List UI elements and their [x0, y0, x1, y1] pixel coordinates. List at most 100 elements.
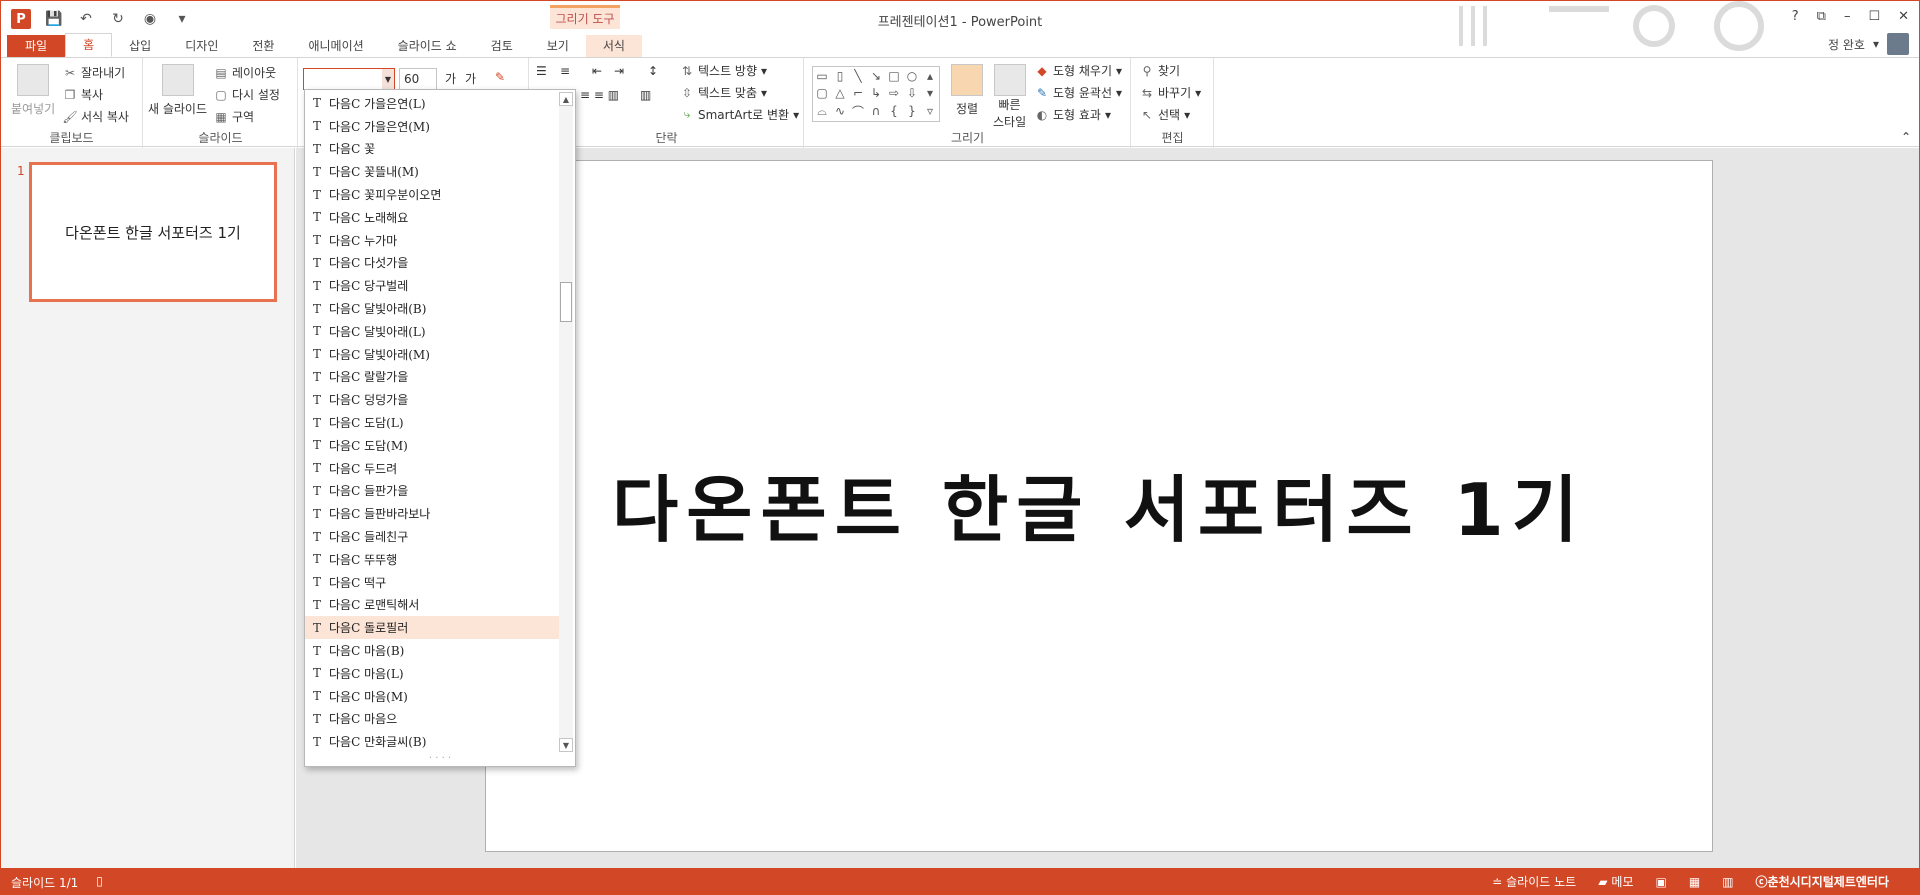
shapes-gallery[interactable]: ▭ ▯ ╲ ↘ □ ○ ▴ ▢ △ ⌐ ↳ ⇨ ⇩ ▾ ⌓ ∿ ⌒ ∩{} ▿ — [812, 66, 940, 122]
slide-count-status[interactable]: 슬라이드 1/1 — [11, 874, 78, 891]
line-icon[interactable]: ╲ — [849, 67, 867, 84]
font-list-item[interactable]: T 다음C 가을은연(M) — [305, 115, 560, 138]
tab-view[interactable]: 보기 — [530, 35, 586, 57]
select-button[interactable]: ↖ 선택 ▾ — [1140, 106, 1190, 123]
smartart-button[interactable]: ⤷ SmartArt로 변환 ▾ — [680, 106, 800, 123]
font-list-item[interactable]: T 다음C 당구벌레 — [305, 274, 560, 297]
font-list-item[interactable]: T 다음C 다섯가을 — [305, 252, 560, 275]
font-list-item[interactable]: T 다음C 들레친구 — [305, 525, 560, 548]
font-list-item[interactable]: T 다음C 떡구 — [305, 571, 560, 594]
tab-format[interactable]: 서식 — [585, 35, 642, 57]
font-list-item[interactable]: T 다음C 달빛아래(M) — [305, 343, 560, 366]
collapse-ribbon-icon[interactable]: ⌃ — [1901, 130, 1911, 144]
font-list-item[interactable]: T 다음C 뚜뚜행 — [305, 548, 560, 571]
font-list-item[interactable]: T 다음C 로맨틱해서 — [305, 594, 560, 617]
font-list-item[interactable]: T 다음C 들판바라보나 — [305, 502, 560, 525]
resize-grip[interactable]: · · · · — [305, 753, 575, 764]
find-button[interactable]: ⚲ 찾기 — [1140, 62, 1181, 79]
cut-button[interactable]: ✂ 잘라내기 — [63, 64, 125, 81]
paste-button[interactable]: 붙여넣기 — [11, 64, 55, 117]
reading-view-icon[interactable]: ▥ — [1722, 875, 1733, 889]
tab-home[interactable]: 홈 — [65, 33, 113, 57]
slide-canvas[interactable]: 다온폰트 한글 서포터즈 1기 — [485, 160, 1713, 852]
tab-animations[interactable]: 애니메이션 — [291, 35, 380, 57]
slide-thumbnail[interactable]: 다온폰트 한글 서포터즈 1기 — [29, 162, 277, 302]
maximize-icon[interactable]: ☐ — [1868, 9, 1880, 24]
columns-icon[interactable]: ▥ — [640, 88, 651, 102]
font-name-combo[interactable]: ▼ — [303, 68, 395, 90]
gallery-up-icon[interactable]: ▴ — [921, 67, 939, 84]
scroll-down-icon[interactable]: ▼ — [559, 738, 573, 752]
gallery-down-icon[interactable]: ▾ — [921, 84, 939, 101]
notes-button[interactable]: ≐ 슬라이드 노트 — [1492, 873, 1576, 890]
brace-right-icon[interactable]: } — [903, 101, 921, 121]
font-list-item[interactable]: T 다음C 달빛아래(B) — [305, 297, 560, 320]
textbox-vertical-icon[interactable]: ▯ — [831, 67, 849, 84]
tab-transitions[interactable]: 전환 — [235, 35, 291, 57]
user-account[interactable]: 정 완호 ▾ — [1828, 33, 1909, 55]
font-list-item[interactable]: T 다음C 만화글씨(B) — [305, 730, 560, 753]
font-list-item[interactable]: T 다음C 돌로필러 — [305, 616, 560, 640]
bullets-icon[interactable]: ☰ — [536, 64, 547, 78]
shape-effects-button[interactable]: ◐ 도형 효과 ▾ — [1035, 106, 1111, 123]
copy-button[interactable]: ❐ 복사 — [63, 86, 103, 103]
right-arrow-icon[interactable]: ⇨ — [885, 84, 903, 101]
down-arrow-icon[interactable]: ⇩ — [903, 84, 921, 101]
elbow-arrow-icon[interactable]: ↳ — [867, 84, 885, 101]
font-list-item[interactable]: T 다음C 랄랄가을 — [305, 366, 560, 389]
arrow-line-icon[interactable]: ↘ — [867, 67, 885, 84]
elbow-icon[interactable]: ⌐ — [849, 84, 867, 101]
shrink-font-button[interactable]: 가 — [465, 70, 476, 87]
rectangle-icon[interactable]: □ — [885, 67, 903, 84]
align-text-button[interactable]: ⇳ 텍스트 맞춤 ▾ — [680, 84, 767, 101]
chevron-down-icon[interactable]: ▼ — [382, 69, 394, 89]
comments-button[interactable]: ▰ 메모 — [1598, 873, 1633, 890]
minimize-icon[interactable]: – — [1844, 9, 1851, 24]
help-icon[interactable]: ? — [1792, 9, 1799, 24]
font-size-combo[interactable]: 60 — [399, 68, 437, 90]
brace-left-icon[interactable]: { — [885, 101, 903, 121]
gallery-more-icon[interactable]: ▿ — [921, 101, 939, 121]
triangle-icon[interactable]: △ — [831, 84, 849, 101]
freeform-icon[interactable]: ⌓ — [813, 101, 831, 121]
tab-slideshow[interactable]: 슬라이드 쇼 — [381, 35, 474, 57]
normal-view-icon[interactable]: ▣ — [1656, 875, 1667, 889]
font-list-item[interactable]: T 다음C 꽃뜰내(M) — [305, 160, 560, 183]
font-list-item[interactable]: T 다음C 꽃 — [305, 138, 560, 161]
tab-review[interactable]: 검토 — [474, 35, 530, 57]
curve-icon[interactable]: ⌒ — [849, 101, 867, 121]
grow-font-button[interactable]: 가 — [445, 70, 456, 87]
reset-button[interactable]: ▢ 다시 설정 — [214, 86, 280, 103]
font-list-item[interactable]: T 다음C 두드려 — [305, 457, 560, 480]
increase-indent-icon[interactable]: ⇥ — [614, 64, 624, 78]
tab-insert[interactable]: 삽입 — [112, 35, 168, 57]
shape-fill-button[interactable]: ◆ 도형 채우기 ▾ — [1035, 62, 1122, 79]
font-list-item[interactable]: T 다음C 마음으 — [305, 708, 560, 731]
rounded-rect-icon[interactable]: ▢ — [813, 84, 831, 101]
arc-icon[interactable]: ∩ — [867, 101, 885, 121]
align-icon[interactable]: ≡ ≡ ▥ — [580, 88, 619, 102]
slide-text-box[interactable]: 다온폰트 한글 서포터즈 1기 — [486, 451, 1712, 556]
oval-icon[interactable]: ○ — [903, 67, 921, 84]
font-dropdown-list[interactable]: T 다음C 가을은연(L) T 다음C 가을은연(M) T 다음C 꽃 T 다음C 꽃뜰내(M… — [304, 89, 576, 767]
quick-styles-button[interactable]: 빠른 스타일 — [993, 64, 1026, 130]
text-direction-button[interactable]: ⇅ 텍스트 방향 ▾ — [680, 62, 767, 79]
clear-format-icon[interactable]: ✎ — [495, 70, 505, 84]
arrange-button[interactable]: 정렬 — [951, 64, 983, 117]
new-slide-button[interactable]: 새 슬라이드 — [148, 64, 207, 117]
decrease-indent-icon[interactable]: ⇤ — [592, 64, 602, 78]
replace-button[interactable]: ⇆ 바꾸기 ▾ — [1140, 84, 1201, 101]
format-painter-button[interactable]: 🖌 서식 복사 — [62, 108, 129, 125]
scribble-icon[interactable]: ∿ — [831, 101, 849, 121]
scrollbar-thumb[interactable] — [560, 282, 572, 322]
ribbon-display-icon[interactable]: ⧉ — [1817, 9, 1826, 24]
font-list-scrollbar[interactable]: ▲ ▼ — [559, 92, 573, 752]
font-list-item[interactable]: T 다음C 도담(L) — [305, 411, 560, 434]
font-list-item[interactable]: T 다음C 마음(B) — [305, 639, 560, 662]
spelling-icon[interactable]: ▯ — [96, 874, 103, 891]
shape-outline-button[interactable]: ✎ 도형 윤곽선 ▾ — [1035, 84, 1122, 101]
close-icon[interactable]: ✕ — [1898, 9, 1909, 24]
tab-design[interactable]: 디자인 — [168, 35, 235, 57]
tab-file[interactable]: 파일 — [7, 35, 66, 57]
font-list-item[interactable]: T 다음C 도담(M) — [305, 434, 560, 457]
